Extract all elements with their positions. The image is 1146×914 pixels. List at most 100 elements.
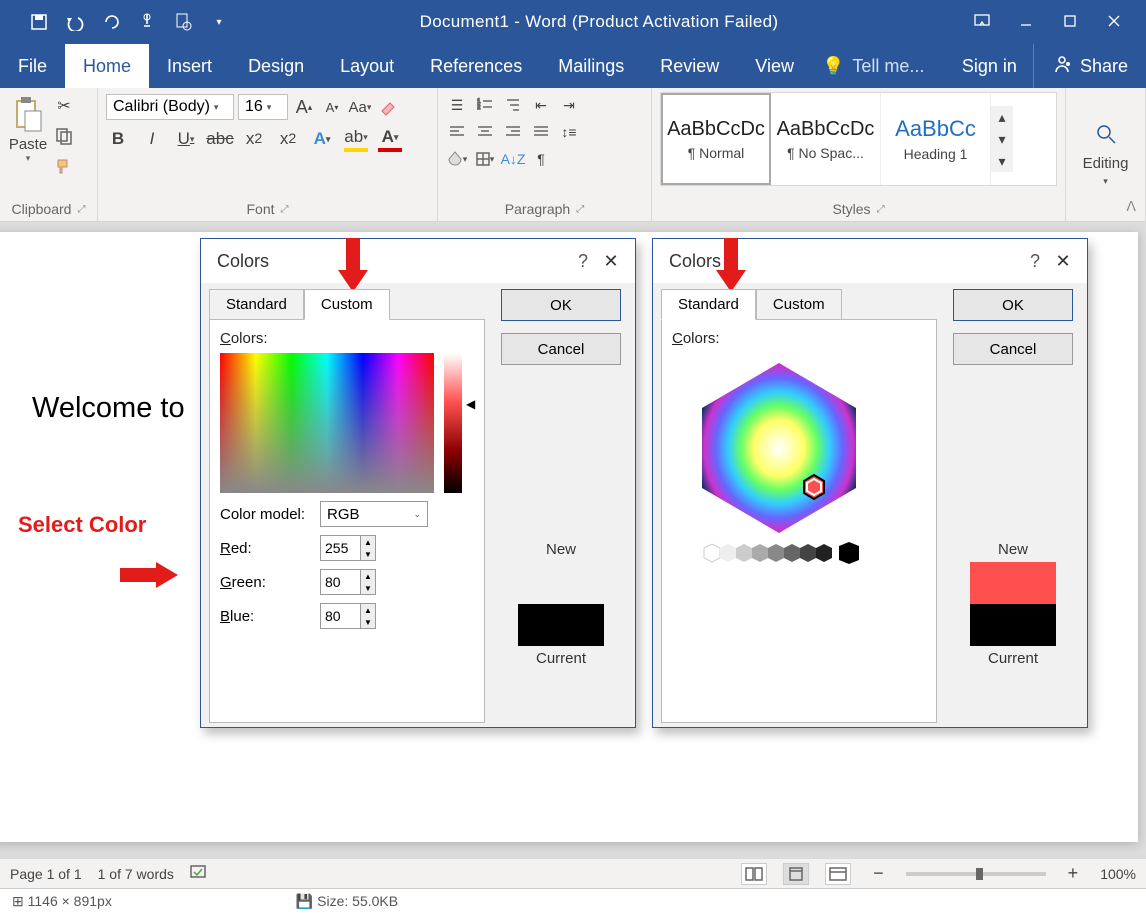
shading-icon[interactable]: ▾ <box>446 148 468 170</box>
save-icon[interactable] <box>24 7 54 37</box>
italic-button[interactable]: I <box>140 126 164 152</box>
page-indicator[interactable]: Page 1 of 1 <box>10 866 82 882</box>
paste-label[interactable]: Paste <box>9 136 47 153</box>
font-name-input[interactable]: Calibri (Body)▾ <box>106 94 234 120</box>
line-spacing-icon[interactable]: ↕≡ <box>558 121 580 143</box>
tab-review[interactable]: Review <box>642 44 737 88</box>
grayscale-row[interactable] <box>699 542 859 564</box>
copy-icon[interactable] <box>52 124 76 148</box>
close-icon[interactable]: ✕ <box>1049 251 1077 272</box>
underline-button[interactable]: U▾ <box>174 126 198 152</box>
tab-view[interactable]: View <box>737 44 812 88</box>
spin-down-icon[interactable]: ▼ <box>361 548 375 560</box>
style-heading-1[interactable]: AaBbCc Heading 1 <box>881 93 991 185</box>
multilevel-icon[interactable] <box>502 94 524 116</box>
ok-button[interactable]: OK <box>501 289 621 321</box>
clear-formatting-icon[interactable] <box>376 94 400 120</box>
spin-up-icon[interactable]: ▲ <box>361 604 375 616</box>
blue-input[interactable] <box>320 603 360 629</box>
color-model-select[interactable]: RGB⌄ <box>320 501 428 527</box>
tab-references[interactable]: References <box>412 44 540 88</box>
zoom-out-button[interactable]: − <box>867 863 890 884</box>
highlight-icon[interactable]: ab▾ <box>344 126 368 152</box>
text-effects-icon[interactable]: A▾ <box>310 126 334 152</box>
tab-file[interactable]: File <box>0 44 65 88</box>
ribbon-display-icon[interactable] <box>964 14 1000 31</box>
decrease-font-icon[interactable]: A▾ <box>320 94 344 120</box>
paste-icon[interactable] <box>8 92 48 136</box>
minimize-icon[interactable] <box>1008 14 1044 31</box>
format-painter-icon[interactable] <box>52 154 76 178</box>
increase-indent-icon[interactable]: ⇥ <box>558 94 580 116</box>
web-layout-icon[interactable] <box>825 863 851 885</box>
green-spinner[interactable]: ▲▼ <box>320 569 376 595</box>
red-spinner[interactable]: ▲▼ <box>320 535 376 561</box>
help-icon[interactable]: ? <box>1021 251 1049 272</box>
zoom-slider[interactable] <box>906 872 1046 876</box>
strikethrough-button[interactable]: abc <box>208 126 232 152</box>
font-size-input[interactable]: 16▾ <box>238 94 288 120</box>
share-button[interactable]: Share <box>1033 44 1146 88</box>
change-case-icon[interactable]: Aa▾ <box>348 94 372 120</box>
styles-expand-icon[interactable]: ▾ <box>991 150 1013 172</box>
show-marks-icon[interactable]: ¶ <box>530 148 552 170</box>
undo-icon[interactable] <box>60 7 90 37</box>
tab-layout[interactable]: Layout <box>322 44 412 88</box>
tab-insert[interactable]: Insert <box>149 44 230 88</box>
close-icon[interactable]: ✕ <box>597 251 625 272</box>
red-input[interactable] <box>320 535 360 561</box>
green-input[interactable] <box>320 569 360 595</box>
tab-custom[interactable]: Custom <box>304 289 390 320</box>
qat-customize-icon[interactable]: ▾ <box>204 7 234 37</box>
paste-dropdown-icon[interactable]: ▾ <box>26 153 31 164</box>
align-left-icon[interactable] <box>446 121 468 143</box>
cancel-button[interactable]: Cancel <box>953 333 1073 365</box>
cut-icon[interactable]: ✂ <box>52 94 76 118</box>
touchmode-icon[interactable] <box>132 7 162 37</box>
sort-icon[interactable]: A↓Z <box>502 148 524 170</box>
subscript-button[interactable]: x2 <box>242 126 266 152</box>
numbering-icon[interactable]: 12 <box>474 94 496 116</box>
spin-down-icon[interactable]: ▼ <box>361 582 375 594</box>
ok-button[interactable]: OK <box>953 289 1073 321</box>
slider-thumb[interactable] <box>976 868 983 880</box>
font-color-icon[interactable]: A▾ <box>378 126 402 152</box>
spellcheck-icon[interactable] <box>190 864 208 883</box>
editing-dropdown-icon[interactable]: ▾ <box>1103 176 1108 187</box>
tab-standard[interactable]: Standard <box>209 289 304 320</box>
clipboard-launcher-icon[interactable]: ⤢ <box>77 204 85 215</box>
increase-font-icon[interactable]: A▴ <box>292 94 316 120</box>
collapse-ribbon-icon[interactable]: ᐱ <box>1126 198 1136 215</box>
tab-mailings[interactable]: Mailings <box>540 44 642 88</box>
read-mode-icon[interactable] <box>741 863 767 885</box>
bullets-icon[interactable]: ☰ <box>446 94 468 116</box>
print-preview-icon[interactable] <box>168 7 198 37</box>
luminance-slider[interactable] <box>444 353 462 493</box>
borders-icon[interactable]: ▾ <box>474 148 496 170</box>
tell-me-input[interactable]: 💡Tell me... <box>812 44 934 88</box>
font-launcher-icon[interactable]: ⤢ <box>281 204 289 215</box>
tab-custom[interactable]: Custom <box>756 289 842 320</box>
word-count[interactable]: 1 of 7 words <box>98 866 174 882</box>
spin-down-icon[interactable]: ▼ <box>361 616 375 628</box>
zoom-in-button[interactable]: + <box>1062 863 1085 884</box>
hexagon-color-picker[interactable] <box>672 353 886 543</box>
dialog-titlebar[interactable]: Colors ? ✕ <box>201 239 635 283</box>
color-gradient-picker[interactable] <box>220 353 434 493</box>
paragraph-launcher-icon[interactable]: ⤢ <box>576 204 584 215</box>
close-icon[interactable] <box>1096 14 1132 31</box>
style-no-spacing[interactable]: AaBbCcDc ¶ No Spac... <box>771 93 881 185</box>
tab-home[interactable]: Home <box>65 44 149 88</box>
blue-spinner[interactable]: ▲▼ <box>320 603 376 629</box>
cancel-button[interactable]: Cancel <box>501 333 621 365</box>
justify-icon[interactable] <box>530 121 552 143</box>
sign-in-link[interactable]: Sign in <box>946 44 1033 88</box>
maximize-icon[interactable] <box>1052 14 1088 31</box>
print-layout-icon[interactable] <box>783 863 809 885</box>
spin-up-icon[interactable]: ▲ <box>361 570 375 582</box>
styles-launcher-icon[interactable]: ⤢ <box>877 204 885 215</box>
styles-scroll-up-icon[interactable]: ▴ <box>991 106 1013 128</box>
slider-marker-icon[interactable]: ◀ <box>466 397 475 411</box>
redo-icon[interactable] <box>96 7 126 37</box>
tab-design[interactable]: Design <box>230 44 322 88</box>
